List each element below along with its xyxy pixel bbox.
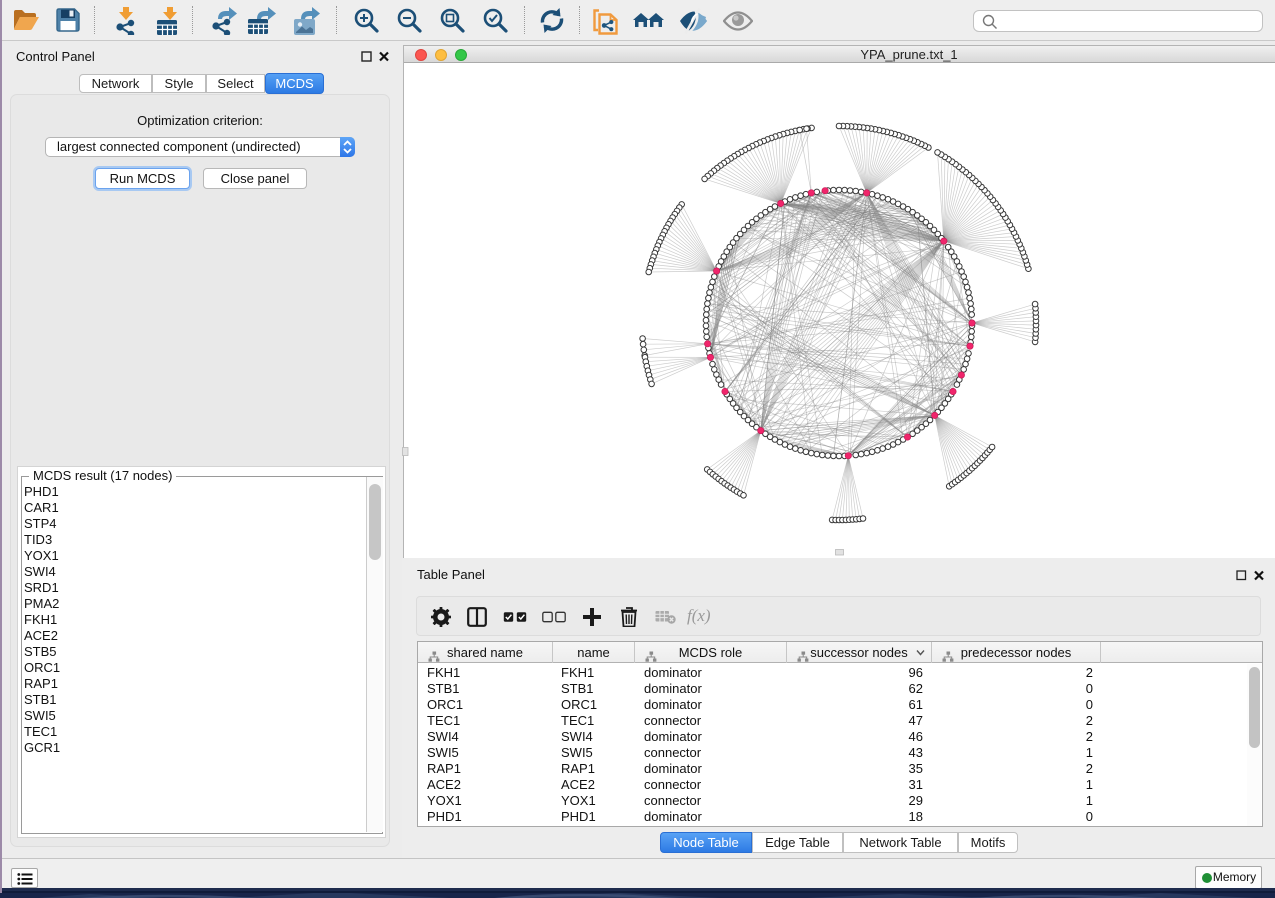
svg-text:f(x): f(x) bbox=[687, 606, 711, 625]
